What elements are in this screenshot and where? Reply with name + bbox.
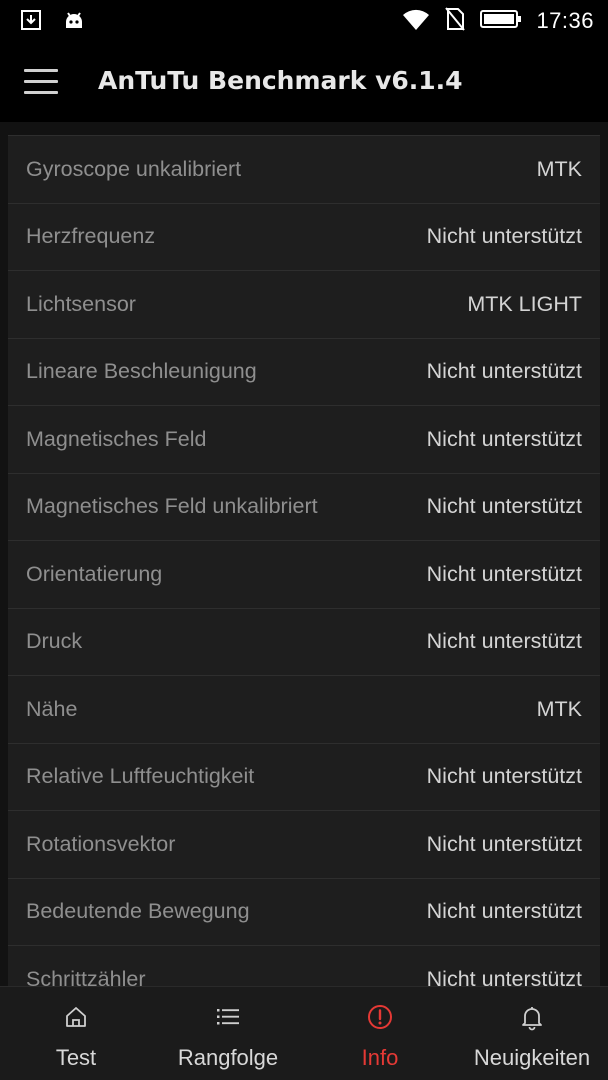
list-item: Relative Luftfeuchtigkeit Nicht unterstü… xyxy=(8,742,600,810)
sensor-value: Nicht unterstützt xyxy=(426,561,582,586)
android-icon xyxy=(62,8,86,37)
nav-tab-info[interactable]: Info xyxy=(304,987,456,1080)
list-item: Gyroscope unkalibriert MTK xyxy=(8,135,600,203)
sensor-value: Nicht unterstützt xyxy=(426,224,582,249)
wifi-icon xyxy=(402,7,430,36)
sensor-value: Nicht unterstützt xyxy=(426,831,582,856)
list-item: Bedeutende Bewegung Nicht unterstützt xyxy=(8,877,600,945)
sensor-list: Gyroscope unkalibriert MTK Herzfrequenz … xyxy=(8,135,600,986)
list-item: Magnetisches Feld Nicht unterstützt xyxy=(8,405,600,473)
nav-tab-test[interactable]: Test xyxy=(0,987,152,1080)
sensor-value: MTK LIGHT xyxy=(467,291,582,316)
list-icon xyxy=(214,1003,242,1031)
sensor-label: Lichtsensor xyxy=(26,291,136,316)
sensor-value: Nicht unterstützt xyxy=(426,764,582,789)
sensor-value: MTK xyxy=(536,156,582,181)
no-sim-icon xyxy=(444,6,466,37)
nav-tab-rangfolge[interactable]: Rangfolge xyxy=(152,987,304,1080)
app-bar: AnTuTu Benchmark v6.1.4 xyxy=(0,42,608,122)
sensor-label: Bedeutende Bewegung xyxy=(26,899,250,924)
sensor-label: Magnetisches Feld xyxy=(26,426,207,451)
hamburger-menu-icon[interactable] xyxy=(20,64,64,100)
download-notification-icon xyxy=(20,9,42,36)
list-item: Herzfrequenz Nicht unterstützt xyxy=(8,202,600,270)
sensor-info-content[interactable]: Gyroscope unkalibriert MTK Herzfrequenz … xyxy=(0,122,608,986)
list-item: Orientatierung Nicht unterstützt xyxy=(8,540,600,608)
sensor-label: Druck xyxy=(26,629,83,654)
bottom-navigation: Test Rangfolge Info Neuigkeiten xyxy=(0,986,608,1080)
sensor-value: Nicht unterstützt xyxy=(426,426,582,451)
sensor-label: Gyroscope unkalibriert xyxy=(26,156,242,181)
sensor-value: Nicht unterstützt xyxy=(426,629,582,654)
list-item: Nähe MTK xyxy=(8,675,600,743)
sensor-label: Lineare Beschleunigung xyxy=(26,359,257,384)
sensor-value: Nicht unterstützt xyxy=(426,966,582,986)
list-item: Lichtsensor MTK LIGHT xyxy=(8,270,600,338)
status-bar: 17:36 xyxy=(0,0,608,42)
list-item: Lineare Beschleunigung Nicht unterstützt xyxy=(8,337,600,405)
sensor-label: Nähe xyxy=(26,696,78,721)
list-item: Rotationsvektor Nicht unterstützt xyxy=(8,810,600,878)
app-screen: 17:36 AnTuTu Benchmark v6.1.4 Gyroscope … xyxy=(0,0,608,1080)
sensor-value: Nicht unterstützt xyxy=(426,899,582,924)
info-alert-icon xyxy=(366,1003,394,1031)
nav-label: Rangfolge xyxy=(177,1045,279,1070)
list-item: Magnetisches Feld unkalibriert Nicht unt… xyxy=(8,472,600,540)
sensor-label: Herzfrequenz xyxy=(26,224,156,249)
sensor-label: Rotationsvektor xyxy=(26,831,176,856)
list-item: Druck Nicht unterstützt xyxy=(8,607,600,675)
home-icon xyxy=(62,1003,90,1031)
sensor-value: Nicht unterstützt xyxy=(426,359,582,384)
battery-icon xyxy=(480,8,522,35)
app-title: AnTuTu Benchmark v6.1.4 xyxy=(98,66,463,95)
sensor-value: Nicht unterstützt xyxy=(426,494,582,519)
sensor-label: Orientatierung xyxy=(26,561,163,586)
sensor-label: Relative Luftfeuchtigkeit xyxy=(26,764,255,789)
sensor-value: MTK xyxy=(536,696,582,721)
list-item: Schrittzähler Nicht unterstützt xyxy=(8,945,600,986)
sensor-label: Schrittzähler xyxy=(26,966,146,986)
nav-label: Test xyxy=(55,1045,97,1070)
status-time: 17:36 xyxy=(536,8,594,33)
nav-label: Info xyxy=(361,1045,399,1070)
nav-label: Neuigkeiten xyxy=(473,1045,591,1070)
bell-icon xyxy=(518,1003,546,1031)
nav-tab-neuigkeiten[interactable]: Neuigkeiten xyxy=(456,987,608,1080)
sensor-label: Magnetisches Feld unkalibriert xyxy=(26,494,318,519)
